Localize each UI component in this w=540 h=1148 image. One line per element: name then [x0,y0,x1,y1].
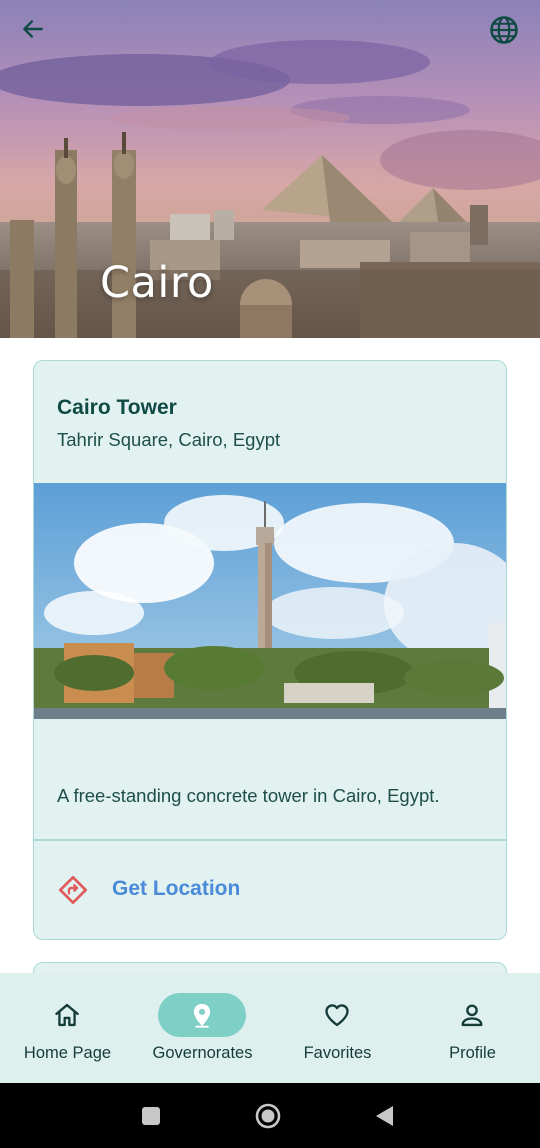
page-title: Cairo [100,258,214,308]
nav-favorites[interactable]: Favorites [270,973,405,1083]
cairo-skyline-image [0,0,540,338]
arrow-left-icon [23,20,43,38]
circle-icon [255,1103,281,1129]
back-system-button[interactable] [369,1101,399,1131]
place-photo [34,483,506,719]
hero-banner: Cairo [0,0,540,338]
triangle-back-icon [376,1106,393,1126]
directions-icon [59,876,87,904]
recents-button[interactable] [136,1101,166,1131]
location-pin-icon [193,1003,211,1028]
nav-home-page[interactable]: Home Page [0,973,135,1083]
place-title: Cairo Tower [57,396,177,419]
system-navigation-bar [0,1083,540,1148]
nav-label: Home Page [23,1044,112,1062]
get-location-label: Get Location [112,877,241,900]
person-icon [461,1004,483,1027]
globe-icon [490,16,518,44]
home-icon [55,1003,79,1027]
place-description: A free-standing concrete tower in Cairo,… [57,785,440,806]
place-card[interactable]: Cairo Tower Tahrir Square, Cairo, Egypt [33,360,507,940]
square-icon [142,1107,160,1125]
get-location-button[interactable]: Get Location [34,841,506,939]
nav-governorates[interactable]: Governorates [135,973,270,1083]
bottom-navigation: Home Page Governorates Favorites Profile [0,973,540,1083]
home-system-button[interactable] [253,1101,283,1131]
nav-label: Governorates [152,1044,253,1062]
nav-profile[interactable]: Profile [405,973,540,1083]
heart-icon [325,1004,349,1027]
place-address: Tahrir Square, Cairo, Egypt [57,429,281,450]
language-button[interactable] [489,15,525,51]
nav-label: Profile [449,1044,496,1062]
back-button[interactable] [20,16,56,52]
nav-label: Favorites [303,1044,372,1062]
